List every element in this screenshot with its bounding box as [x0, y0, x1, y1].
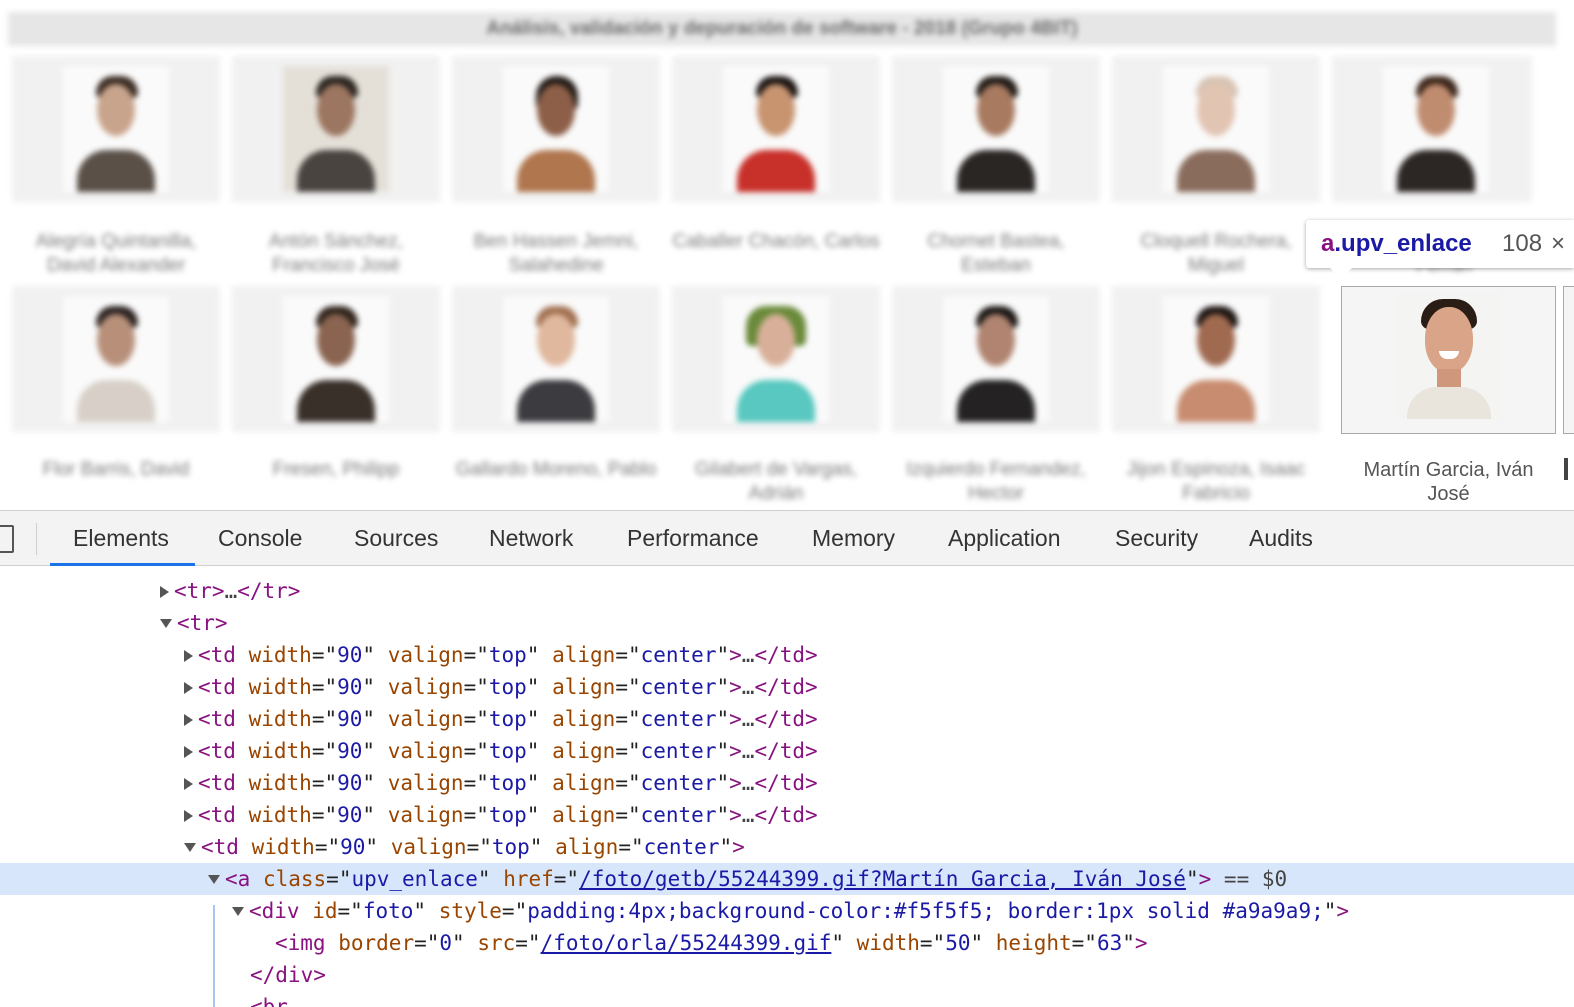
- dom-node-td[interactable]: <td width="90" valign="top" align="cente…: [0, 799, 1574, 831]
- devtools-panel: Elements Console Sources Network Perform…: [0, 510, 1574, 1007]
- page-viewport: Análisis, validación y depuración de sof…: [0, 0, 1574, 510]
- next-student-name: [1564, 458, 1568, 480]
- tab-network[interactable]: Network: [489, 511, 573, 566]
- photo-cell[interactable]: [1332, 56, 1532, 202]
- student-name[interactable]: Alegría Quintanilla, David Alexander: [12, 230, 220, 278]
- tab-audits[interactable]: Audits: [1249, 511, 1313, 566]
- devtools-toolbar: Elements Console Sources Network Perform…: [0, 511, 1574, 566]
- student-name[interactable]: Flor Barris, David: [12, 458, 220, 482]
- student-photo: [723, 66, 829, 192]
- student-name[interactable]: Caballer Chacón, Carlos: [672, 230, 880, 254]
- student-photo: [1163, 66, 1269, 192]
- student-photo: [503, 296, 609, 422]
- student-photo: [63, 296, 169, 422]
- dom-node-a-selected[interactable]: <a class="upv_enlace" href="/foto/getb/5…: [0, 863, 1574, 895]
- src-link[interactable]: /foto/orla/55244399.gif: [541, 931, 832, 955]
- tooltip-class: .upv_enlace: [1334, 230, 1472, 257]
- student-photo: [63, 66, 169, 192]
- tab-performance[interactable]: Performance: [627, 511, 759, 566]
- highlighted-student-name[interactable]: Martín Garcia, Iván José: [1341, 458, 1556, 506]
- href-link[interactable]: /foto/getb/55244399.gif?Martín Garcia, I…: [579, 867, 1186, 891]
- student-photo: [503, 66, 609, 192]
- student-photo: [943, 296, 1049, 422]
- expand-arrow-icon[interactable]: [184, 746, 193, 758]
- student-photo: [1163, 296, 1269, 422]
- photo-cell[interactable]: [892, 56, 1100, 202]
- dom-node-div[interactable]: <div id="foto" style="padding:4px;backgr…: [0, 895, 1574, 927]
- dom-node-td[interactable]: <td width="90" valign="top" align="cente…: [0, 735, 1574, 767]
- expand-arrow-icon[interactable]: [184, 810, 193, 822]
- student-photo: [943, 66, 1049, 192]
- highlighted-photo-cell[interactable]: [1341, 286, 1556, 434]
- student-name[interactable]: Chornet Bastea, Esteban: [892, 230, 1100, 278]
- photo-cell[interactable]: [1112, 286, 1320, 432]
- dom-node-tr[interactable]: <tr>: [0, 607, 1574, 639]
- student-name[interactable]: Gilabert de Vargas, Adrián: [672, 458, 880, 506]
- student-name[interactable]: Fresen, Philipp: [232, 458, 440, 482]
- student-name[interactable]: Antón Sánchez, Francisco José: [232, 230, 440, 278]
- photo-cell[interactable]: [12, 56, 220, 202]
- photo-cell[interactable]: [12, 286, 220, 432]
- photo-cell[interactable]: [232, 56, 440, 202]
- student-photo: [283, 66, 389, 192]
- dom-node-div-close[interactable]: </div>: [0, 959, 1574, 991]
- student-name[interactable]: Cloquell Rochera, Miguel: [1112, 230, 1320, 278]
- student-photo: [723, 296, 829, 422]
- collapse-arrow-icon[interactable]: [232, 906, 244, 916]
- student-name[interactable]: Jijon Espinoza, Isaac Fabricio: [1112, 458, 1320, 506]
- photo-cell[interactable]: [452, 56, 660, 202]
- dom-node-td[interactable]: <td width="90" valign="top" align="cente…: [0, 671, 1574, 703]
- dom-node-td-expanded[interactable]: <td width="90" valign="top" align="cente…: [0, 831, 1574, 863]
- dom-node-td[interactable]: <td width="90" valign="top" align="cente…: [0, 767, 1574, 799]
- photo-cell[interactable]: [672, 56, 880, 202]
- tab-memory[interactable]: Memory: [812, 511, 895, 566]
- page-title: Análisis, validación y depuración de sof…: [8, 12, 1556, 46]
- expand-arrow-icon[interactable]: [160, 586, 169, 598]
- student-name[interactable]: Gallardo Moreno, Pablo: [452, 458, 660, 482]
- tooltip-times: ×: [1551, 230, 1566, 257]
- student-photo: [1397, 293, 1501, 419]
- selected-node-marker: == $0: [1223, 867, 1288, 891]
- expand-arrow-icon[interactable]: [184, 714, 193, 726]
- expand-arrow-icon[interactable]: [184, 682, 193, 694]
- dom-node-tr-collapsed[interactable]: <tr>…</tr>: [0, 575, 1574, 607]
- tooltip-selector: a.upv_enlace: [1321, 220, 1472, 268]
- tab-security[interactable]: Security: [1115, 511, 1198, 566]
- tab-sources[interactable]: Sources: [354, 511, 438, 566]
- photo-cell[interactable]: [232, 286, 440, 432]
- tab-application[interactable]: Application: [948, 511, 1061, 566]
- toolbar-divider: [36, 523, 37, 555]
- device-toolbar-icon[interactable]: [0, 525, 14, 553]
- photo-cell[interactable]: [672, 286, 880, 432]
- photo-cell[interactable]: [1112, 56, 1320, 202]
- dom-node-br[interactable]: <br: [0, 991, 1574, 1007]
- expand-arrow-icon[interactable]: [184, 650, 193, 662]
- dom-node-td[interactable]: <td width="90" valign="top" align="cente…: [0, 703, 1574, 735]
- tab-elements[interactable]: Elements: [73, 511, 169, 566]
- dom-node-img[interactable]: <img border="0" src="/foto/orla/55244399…: [0, 927, 1574, 959]
- dom-node-td[interactable]: <td width="90" valign="top" align="cente…: [0, 639, 1574, 671]
- student-name[interactable]: Izquierdo Fernandez, Hector: [892, 458, 1100, 506]
- next-photo-cell[interactable]: [1563, 286, 1574, 434]
- photo-cell[interactable]: [892, 286, 1100, 432]
- dom-tree: <tr>…</tr> <tr> <td width="90" valign="t…: [0, 567, 1574, 1007]
- expand-arrow-icon[interactable]: [184, 778, 193, 790]
- indent-guide: [213, 905, 215, 1007]
- active-tab-indicator: [50, 563, 195, 566]
- collapse-arrow-icon[interactable]: [184, 842, 196, 852]
- collapse-arrow-icon[interactable]: [160, 618, 172, 628]
- student-photo: [283, 296, 389, 422]
- tab-console[interactable]: Console: [218, 511, 302, 566]
- tooltip-tag: a: [1321, 230, 1335, 257]
- student-photo: [1383, 66, 1489, 192]
- photo-cell[interactable]: [452, 286, 660, 432]
- tooltip-size: 108: [1502, 230, 1543, 257]
- collapse-arrow-icon[interactable]: [208, 874, 220, 884]
- inspector-tooltip: a.upv_enlace 108 ×: [1306, 220, 1574, 279]
- student-name[interactable]: Ben Hassen Jemni, Salahedine: [452, 230, 660, 278]
